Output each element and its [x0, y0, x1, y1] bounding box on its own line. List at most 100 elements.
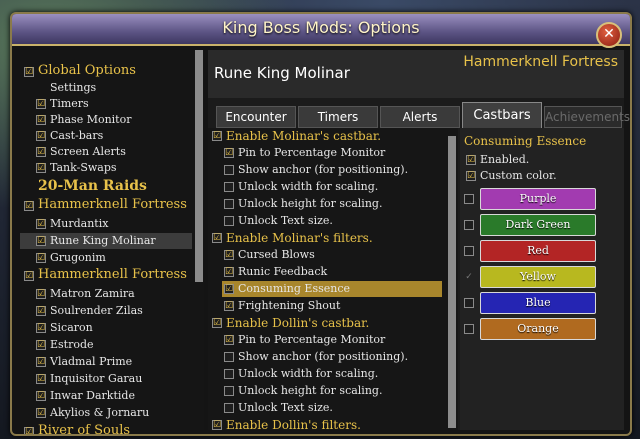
sidebar-item-hammerknell-fortress-2[interactable]: ☑ Hammerknell Fortress — [20, 266, 192, 284]
checkbox-icon[interactable]: ☑ — [466, 171, 476, 181]
checkbox-icon[interactable]: ☑ — [36, 391, 46, 401]
option-unlock-text-size-2[interactable]: Unlock Text size. — [222, 400, 448, 416]
option-pin-percentage-monitor[interactable]: ☑ Pin to Percentage Monitor — [222, 145, 448, 161]
sidebar-item-vladmal-prime[interactable]: ☑ Vladmal Prime — [20, 354, 192, 370]
checkbox-icon[interactable]: ☑ — [36, 408, 46, 418]
option-frightening-shout[interactable]: ☑ Frightening Shout — [222, 298, 448, 314]
checkbox-icon[interactable] — [224, 386, 234, 396]
checkbox-icon[interactable] — [224, 199, 234, 209]
sidebar-item-timers[interactable]: ☑ Timers — [20, 96, 192, 112]
checkbox-icon[interactable] — [464, 194, 474, 204]
option-unlock-height-2[interactable]: Unlock height for scaling. — [222, 383, 448, 399]
title-bar[interactable]: King Boss Mods: Options ✕ — [12, 14, 630, 48]
checkbox-icon[interactable]: ☑ — [36, 115, 46, 125]
options-scrollbar[interactable] — [448, 136, 456, 428]
checkbox-icon[interactable] — [464, 324, 474, 334]
color-swatch-dark-green[interactable]: Dark Green — [480, 214, 596, 236]
checkbox-icon[interactable]: ☑ — [36, 253, 46, 263]
option-unlock-height[interactable]: Unlock height for scaling. — [222, 196, 448, 212]
checkbox-icon[interactable]: ☑ — [212, 233, 222, 243]
option-consuming-essence[interactable]: ☑ Consuming Essence — [222, 281, 442, 297]
checkbox-icon[interactable]: ☑ — [212, 131, 222, 141]
checkbox-icon[interactable]: ☑ — [36, 147, 46, 157]
checkbox-icon[interactable] — [464, 220, 474, 230]
color-swatch-red[interactable]: Red — [480, 240, 596, 262]
option-enable-molinar-filters[interactable]: ☑ Enable Molinar's filters. — [210, 230, 436, 246]
option-show-anchor[interactable]: Show anchor (for positioning). — [222, 162, 448, 178]
checkbox-icon[interactable] — [224, 182, 234, 192]
sidebar-item-murdantix[interactable]: ☑ Murdantix — [20, 216, 192, 232]
option-pin-percentage-monitor-2[interactable]: ☑ Pin to Percentage Monitor — [222, 332, 448, 348]
tab-castbars[interactable]: Castbars — [462, 102, 542, 130]
checkbox-icon[interactable]: ☑ — [36, 163, 46, 173]
sidebar-item-phase-monitor[interactable]: ☑ Phase Monitor — [20, 112, 192, 128]
tab-alerts[interactable]: Alerts — [380, 106, 460, 128]
sidebar-item-rune-king-molinar[interactable]: ☑ Rune King Molinar — [20, 233, 192, 249]
sidebar-item-20-man-raids[interactable]: 20-Man Raids — [20, 176, 192, 196]
checkbox-icon[interactable]: ☑ — [36, 357, 46, 367]
checkbox-icon[interactable]: ☑ — [36, 236, 46, 246]
checkbox-icon[interactable]: ☑ — [224, 148, 234, 158]
sidebar-item-matron-zamira[interactable]: ☑ Matron Zamira — [20, 286, 192, 302]
checkbox-icon[interactable]: ☑ — [466, 155, 476, 165]
color-swatch-orange[interactable]: Orange — [480, 318, 596, 340]
checkbox-icon[interactable] — [224, 216, 234, 226]
color-swatch-yellow[interactable]: Yellow — [480, 266, 596, 288]
color-swatch-purple[interactable]: Purple — [480, 188, 596, 210]
sidebar-item-estrode[interactable]: ☑ Estrode — [20, 337, 192, 353]
sidebar-item-global-options[interactable]: ☑ Global Options — [20, 62, 192, 80]
checkmark-icon[interactable]: ✓ — [464, 272, 474, 282]
option-cursed-blows[interactable]: ☑ Cursed Blows — [222, 247, 448, 263]
checkbox-icon[interactable]: ☑ — [212, 318, 222, 328]
checkbox-icon[interactable]: ☑ — [36, 99, 46, 109]
checkbox-icon[interactable]: ☑ — [36, 374, 46, 384]
tab-achievements[interactable]: Achievements — [544, 106, 630, 128]
sidebar-item-screen-alerts[interactable]: ☑ Screen Alerts — [20, 144, 192, 160]
checkbox-icon[interactable]: ☑ — [36, 131, 46, 141]
checkbox-icon[interactable] — [464, 298, 474, 308]
checkbox-icon[interactable]: ☑ — [224, 301, 234, 311]
sidebar-item-grugonim[interactable]: ☑ Grugonim — [20, 250, 192, 266]
option-show-anchor-2[interactable]: Show anchor (for positioning). — [222, 349, 448, 365]
checkbox-icon[interactable]: ☑ — [36, 219, 46, 229]
enabled-option[interactable]: ☑ Enabled. — [464, 152, 614, 168]
option-unlock-text-size[interactable]: Unlock Text size. — [222, 213, 448, 229]
checkbox-icon[interactable]: ☑ — [24, 271, 34, 281]
checkbox-icon[interactable]: ☑ — [36, 340, 46, 350]
checkbox-icon[interactable]: ☑ — [224, 250, 234, 260]
checkbox-icon[interactable]: ☑ — [212, 420, 222, 430]
option-runic-feedback[interactable]: ☑ Runic Feedback — [222, 264, 448, 280]
checkbox-icon[interactable]: ☑ — [224, 335, 234, 345]
checkbox-icon[interactable]: ☑ — [36, 323, 46, 333]
close-button[interactable]: ✕ — [596, 22, 622, 48]
sidebar-item-hammerknell-fortress[interactable]: ☑ Hammerknell Fortress — [20, 196, 192, 214]
option-enable-dollin-filters[interactable]: ☑ Enable Dollin's filters. — [210, 417, 436, 430]
option-enable-molinar-castbar[interactable]: ☑ Enable Molinar's castbar. — [210, 128, 436, 144]
option-enable-dollin-castbar[interactable]: ☑ Enable Dollin's castbar. — [210, 315, 436, 331]
checkbox-icon[interactable]: ☑ — [36, 306, 46, 316]
checkbox-icon[interactable]: ☑ — [224, 284, 234, 294]
checkbox-icon[interactable]: ☑ — [24, 201, 34, 211]
sidebar-item-soulrender-zilas[interactable]: ☑ Soulrender Zilas — [20, 303, 192, 319]
checkbox-icon[interactable] — [224, 403, 234, 413]
option-unlock-width-2[interactable]: Unlock width for scaling. — [222, 366, 448, 382]
sidebar-item-akylios-jornaru[interactable]: ☑ Akylios & Jornaru — [20, 405, 192, 421]
checkbox-icon[interactable] — [224, 165, 234, 175]
sidebar-scrollbar[interactable] — [195, 50, 203, 282]
checkbox-icon[interactable]: ☑ — [24, 427, 34, 434]
checkbox-icon[interactable]: ☑ — [36, 289, 46, 299]
checkbox-icon[interactable] — [464, 246, 474, 256]
checkbox-icon[interactable] — [224, 352, 234, 362]
checkbox-icon[interactable]: ☑ — [224, 267, 234, 277]
checkbox-icon[interactable]: ☑ — [24, 67, 34, 77]
option-unlock-width[interactable]: Unlock width for scaling. — [222, 179, 448, 195]
sidebar-item-cast-bars[interactable]: ☑ Cast-bars — [20, 128, 192, 144]
tab-encounter[interactable]: Encounter — [216, 106, 296, 128]
sidebar-item-tank-swaps[interactable]: ☑ Tank-Swaps — [20, 160, 192, 176]
sidebar-item-inwar-darktide[interactable]: ☑ Inwar Darktide — [20, 388, 192, 404]
custom-color-option[interactable]: ☑ Custom color. — [464, 168, 614, 184]
sidebar-item-inquisitor-garau[interactable]: ☑ Inquisitor Garau — [20, 371, 192, 387]
checkbox-icon[interactable] — [224, 369, 234, 379]
sidebar-item-settings[interactable]: Settings — [20, 80, 192, 96]
sidebar-item-sicaron[interactable]: ☑ Sicaron — [20, 320, 192, 336]
